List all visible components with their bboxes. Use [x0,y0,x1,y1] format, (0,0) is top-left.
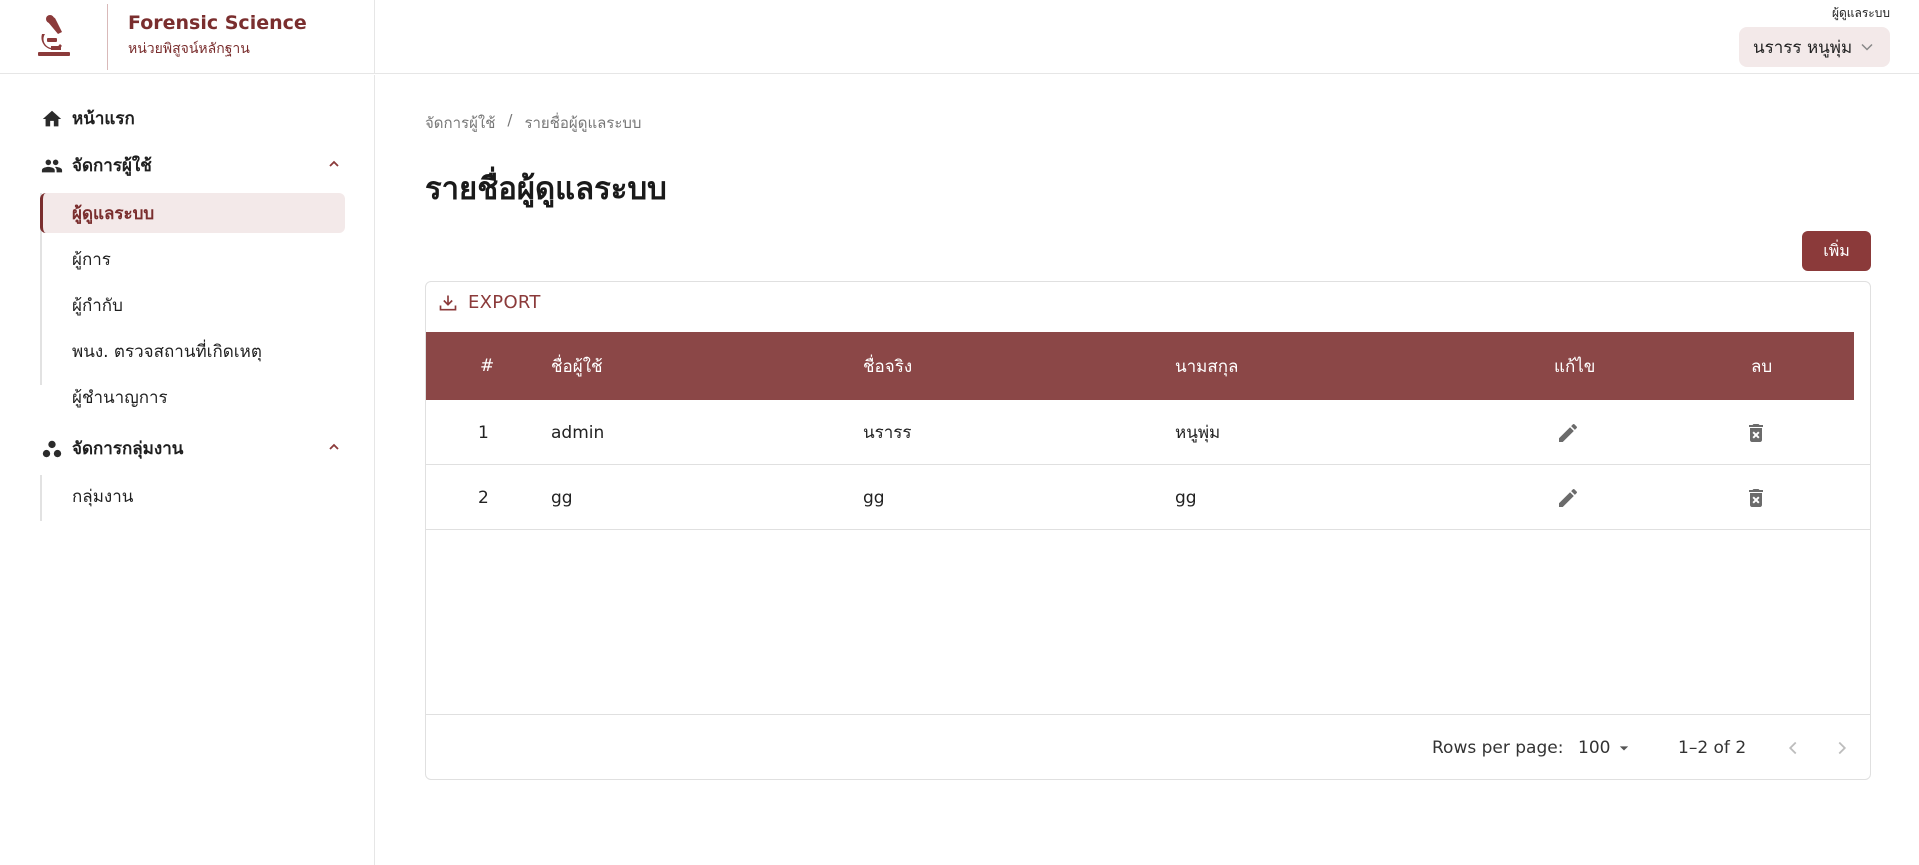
pencil-icon[interactable] [1556,486,1580,510]
column-header-username[interactable]: ชื่อผู้ใช้ [551,332,603,400]
chevron-up-icon[interactable] [326,156,342,172]
brand-divider [107,4,108,70]
add-button[interactable]: เพิ่ม [1802,231,1871,271]
sidebar-item-workgroups[interactable]: กลุ่มงาน [40,476,345,516]
rows-per-page-select[interactable]: 100 [1578,715,1634,779]
delete-forever-icon[interactable] [1744,486,1768,510]
download-icon [439,295,457,310]
export-button[interactable]: EXPORT [438,292,541,313]
rows-per-page-value: 100 [1578,737,1611,758]
table-row: 2 gg gg gg [426,465,1870,530]
chevron-right-icon [1838,741,1847,754]
sidebar-item-commanders[interactable]: ผู้การ [40,239,345,279]
caret-down-icon [1620,745,1629,750]
cell-lastname: หนูพุ่ม [1175,423,1221,443]
column-header-lastname[interactable]: นามสกุล [1175,332,1238,400]
table-footer-divider [426,714,1870,715]
chevron-left-icon [1788,741,1797,754]
column-header-firstname[interactable]: ชื่อจริง [863,332,912,400]
brand-area: Forensic Science หน่วยพิสูจน์หลักฐาน [0,0,375,74]
sidebar-item-scene-officers[interactable]: พนง. ตรวจสถานที่เกิดเหตุ [40,331,345,371]
sidebar-item-experts[interactable]: ผู้ชำนาญการ [40,377,345,417]
sidebar: หน้าแรก จัดการผู้ใช้ ผู้ดูแลระบบ ผู้การ … [0,75,375,865]
table-row: 1 admin นรารร หนูพุ่ม [426,400,1870,465]
breadcrumb-separator: / [507,111,513,129]
brand-title: Forensic Science [128,12,307,34]
sidebar-group-users[interactable]: จัดการผู้ใช้ [40,152,152,179]
cell-username: gg [551,487,573,508]
brand-subtitle: หน่วยพิสูจน์หลักฐาน [128,41,250,57]
sidebar-group-label: จัดการกลุ่มงาน [72,439,184,459]
data-table: EXPORT # ชื่อผู้ใช้ ชื่อจริง นามสกุล แก้… [425,281,1871,780]
sidebar-group-workgroups[interactable]: จัดการกลุ่มงาน [40,435,183,462]
top-header: Forensic Science หน่วยพิสูจน์หลักฐาน ผู้… [0,0,1919,74]
sidebar-item-label: หน้าแรก [72,109,135,129]
user-name: นรารร หนูพุ่ม [1753,37,1853,58]
cell-index: 2 [478,487,489,508]
user-menu-button[interactable]: นรารร หนูพุ่ม [1739,27,1890,67]
sidebar-item-home[interactable]: หน้าแรก [40,105,135,132]
cell-edit [1556,400,1580,465]
sidebar-group-label: จัดการผู้ใช้ [72,156,152,176]
cell-delete [1744,465,1768,530]
cell-edit [1556,465,1580,530]
delete-forever-icon[interactable] [1744,421,1768,445]
chevron-up-icon[interactable] [326,439,342,455]
cell-username: admin [551,422,605,443]
user-role-label: ผู้ดูแลระบบ [1831,6,1890,20]
sidebar-item-admins[interactable]: ผู้ดูแลระบบ [40,193,345,233]
breadcrumb: จัดการผู้ใช้ / รายชื่อผู้ดูแลระบบ [425,111,641,135]
cell-firstname: นรารร [863,423,912,443]
column-header-edit: แก้ไข [1554,356,1596,377]
column-header-delete: ลบ [1751,356,1773,377]
sidebar-item-supervisors[interactable]: ผู้กำกับ [40,285,345,325]
cell-firstname: gg [863,487,885,508]
workgroup-icon [40,437,64,461]
people-icon [40,154,64,178]
main-content: จัดการผู้ใช้ / รายชื่อผู้ดูแลระบบ รายชื่… [376,75,1919,865]
microscope-logo-icon [38,15,70,56]
breadcrumb-current: รายชื่อผู้ดูแลระบบ [524,114,642,132]
rows-per-page-label: Rows per page: [1432,737,1564,758]
pencil-icon[interactable] [1556,421,1580,445]
home-icon [40,107,64,131]
cell-index: 1 [478,422,489,443]
pagination-range: 1–2 of 2 [1678,737,1747,758]
chevron-down-icon [1861,43,1873,51]
column-header-index[interactable]: # [480,332,494,400]
table-header: # ชื่อผู้ใช้ ชื่อจริง นามสกุล แก้ไข ลบ [426,332,1854,400]
cell-lastname: gg [1175,487,1197,508]
next-page-button[interactable] [1831,715,1853,779]
breadcrumb-link[interactable]: จัดการผู้ใช้ [425,111,495,135]
export-label: EXPORT [468,292,541,313]
page-title: รายชื่อผู้ดูแลระบบ [425,171,667,207]
cell-delete [1744,400,1768,465]
prev-page-button[interactable] [1782,715,1804,779]
